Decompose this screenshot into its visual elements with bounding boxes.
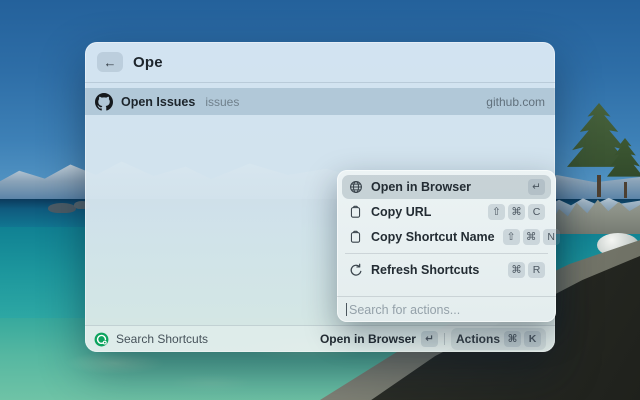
shortcut-keys: ⇧ ⌘ C (488, 204, 545, 220)
action-search-input[interactable]: Search for actions... (337, 296, 556, 322)
pine-crown (607, 138, 640, 177)
action-search-placeholder: Search for actions... (349, 302, 461, 317)
list-item-open-issues[interactable]: Open Issues issues github.com (85, 88, 555, 115)
keycap: ⌘ (508, 262, 525, 278)
keycap: ⇧ (502, 229, 520, 245)
shortcut-keys: ⌘ R (508, 262, 545, 278)
divider (443, 333, 445, 345)
back-button[interactable]: ← (97, 52, 123, 72)
action-menu-item-label: Refresh Shortcuts (371, 263, 480, 277)
keycap: C (528, 204, 545, 220)
action-menu-panel: Open in Browser ↵ Copy URL ⇧ ⌘ C Copy Shortcut… (337, 170, 560, 322)
action-menu-items: Open in Browser ↵ Copy URL ⇧ ⌘ C Copy Shortcut… (337, 170, 560, 282)
shortcut-keys: ↵ (528, 179, 545, 195)
keycap: ⌘ (504, 331, 521, 347)
status-bar-actions: Open in Browser ↵ Actions ⌘ K (320, 328, 546, 350)
shortcut-keys: ⌘ K (504, 331, 541, 347)
text-caret (346, 303, 347, 316)
pine-tree-small (607, 138, 640, 198)
action-menu-item[interactable]: Refresh Shortcuts ⌘ R (342, 258, 551, 282)
keycap: ↵ (528, 179, 545, 195)
action-menu-item-label: Copy Shortcut Name (371, 230, 495, 244)
action-menu-item[interactable]: Copy URL ⇧ ⌘ C (342, 200, 551, 224)
list-item-subtitle: issues (205, 94, 240, 109)
action-menu-item-label: Copy URL (371, 205, 432, 219)
globe-icon (348, 180, 363, 195)
status-bar: Search Shortcuts Open in Browser ↵ Actio… (85, 325, 555, 352)
clipboard-icon (348, 230, 363, 245)
search-header: ← Ope (85, 42, 555, 83)
shortcut-keys: ↵ (420, 331, 438, 347)
back-arrow-icon: ← (103, 54, 117, 70)
keycap: K (524, 331, 541, 347)
keycap: R (528, 262, 545, 278)
action-menu-item[interactable]: Open in Browser ↵ (342, 175, 551, 199)
github-icon (95, 92, 113, 111)
pine-trunk (597, 175, 601, 197)
shortcut-keys: ⇧ ⌘ N (502, 229, 560, 245)
keycap: ⌘ (522, 229, 540, 245)
actions-button-label: Actions (455, 332, 500, 346)
refresh-icon (348, 263, 363, 278)
desktop: ← Ope Open Issues issues github.com Sear… (0, 0, 640, 400)
primary-action-button[interactable]: Open in Browser ↵ (320, 331, 438, 347)
list-item-accessory: github.com (486, 94, 545, 109)
command-name: Search Shortcuts (116, 332, 209, 346)
shortcuts-icon (94, 332, 109, 347)
actions-button[interactable]: Actions ⌘ K (450, 328, 546, 350)
pine-trunk (624, 182, 627, 198)
keycap: N (542, 229, 560, 245)
action-menu-item[interactable]: Copy Shortcut Name ⇧ ⌘ N (342, 225, 560, 249)
keycap: ↵ (420, 331, 438, 347)
keycap: ⌘ (508, 204, 525, 220)
list-item-title: Open Issues (121, 94, 196, 109)
primary-action-label: Open in Browser (319, 332, 416, 346)
action-menu-item-label: Open in Browser (371, 180, 472, 194)
menu-divider (345, 253, 548, 254)
search-input[interactable]: Ope (133, 54, 163, 71)
keycap: ⇧ (488, 204, 505, 220)
clipboard-icon (348, 205, 363, 220)
water-rock (48, 203, 76, 213)
